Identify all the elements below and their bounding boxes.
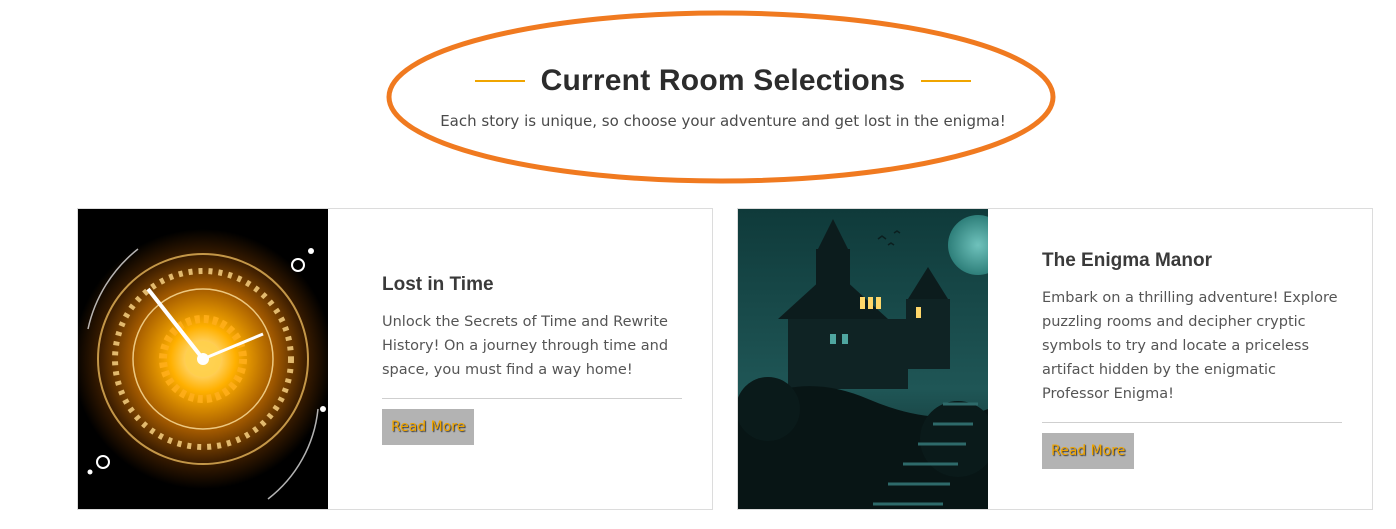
card-description: Embark on a thrilling adventure! Explore… (1042, 289, 1338, 402)
section-header: Current Room Selections Each story is un… (0, 64, 1396, 130)
section-subtitle: Each story is unique, so choose your adv… (440, 112, 1006, 130)
card-title: The Enigma Manor (1042, 249, 1212, 271)
card-body: Lost in Time Unlock the Secrets of Time … (328, 209, 712, 509)
haunted-house-icon[interactable] (738, 209, 988, 509)
clock-icon[interactable] (78, 209, 328, 509)
card-body: The Enigma Manor Embark on a thrilling a… (988, 209, 1372, 509)
card-divider (1042, 421, 1342, 423)
room-card-lost-in-time: Lost in Time Unlock the Secrets of Time … (77, 208, 713, 510)
title-decor-line-right (921, 80, 972, 82)
title-decor-line-left (474, 80, 525, 82)
room-card-enigma-manor: The Enigma Manor Embark on a thrilling a… (737, 208, 1373, 510)
title-row: Current Room Selections (0, 64, 1396, 98)
card-description: Unlock the Secrets of Time and Rewrite H… (382, 313, 669, 378)
card-title: Lost in Time (382, 273, 494, 295)
card-divider (382, 397, 682, 399)
read-more-button-enigma-manor[interactable]: Read More (1042, 432, 1135, 469)
read-more-button-lost-in-time[interactable]: Read More (382, 408, 475, 445)
section-title: Current Room Selections (540, 64, 906, 97)
